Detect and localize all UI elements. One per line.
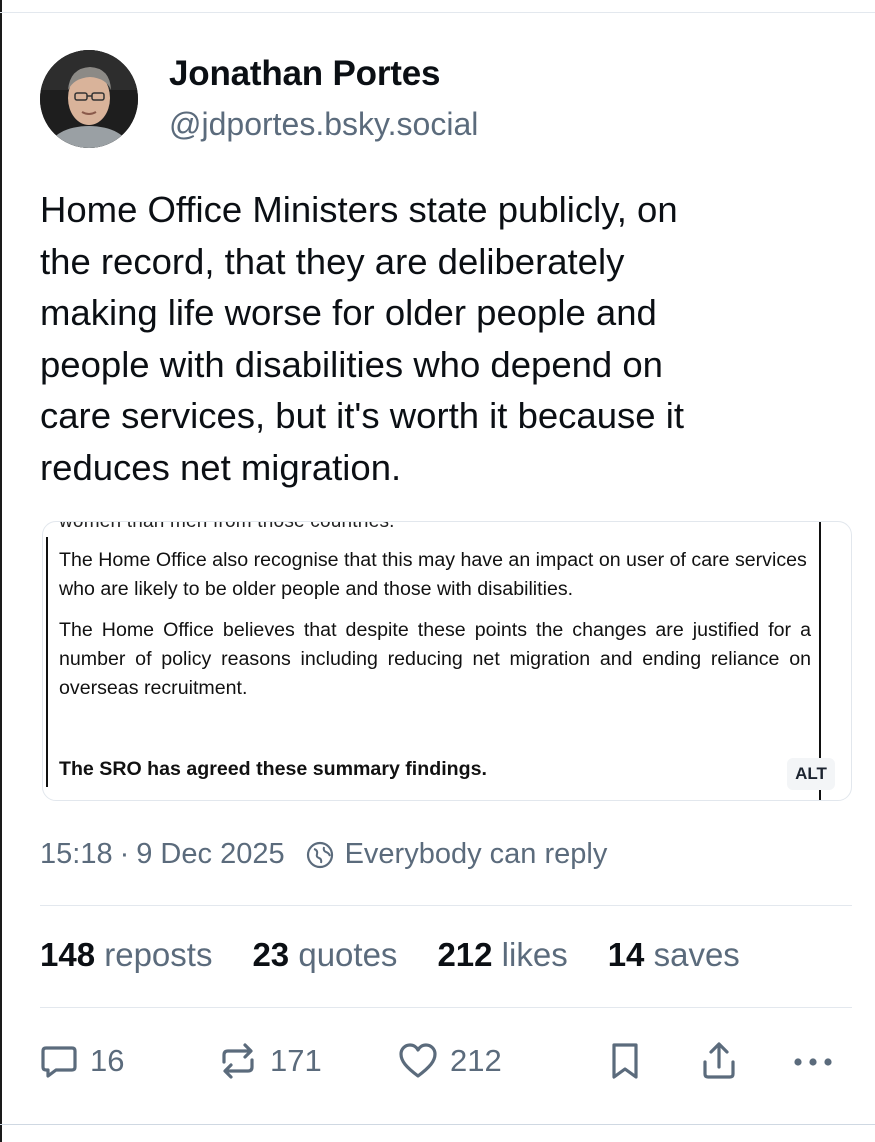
- like-button[interactable]: 212: [396, 1040, 502, 1082]
- share-icon: [698, 1040, 740, 1082]
- embed-paragraph-3: The SRO has agreed these summary finding…: [59, 758, 487, 780]
- bottom-divider: [0, 1124, 875, 1125]
- post-text: Home Office Ministers state publicly, on…: [40, 189, 684, 488]
- window-edge: [0, 0, 2, 1142]
- likes-label: likes: [501, 936, 568, 973]
- more-options-button[interactable]: [790, 1040, 836, 1082]
- saves-label: saves: [653, 936, 740, 973]
- post-meta: 15:18 · 9 Dec 2025 Everybody can reply: [40, 838, 607, 871]
- quotes-stat[interactable]: 23 quotes: [252, 936, 397, 974]
- divider: [40, 1007, 852, 1008]
- bookmark-button[interactable]: [606, 1040, 644, 1082]
- embedded-image[interactable]: women than men from those countries. The…: [42, 521, 852, 801]
- share-button[interactable]: [698, 1040, 740, 1082]
- ellipsis-icon: [790, 1040, 836, 1082]
- author-handle[interactable]: @jdportes.bsky.social: [169, 102, 478, 146]
- top-divider: [0, 12, 875, 13]
- quotes-count: 23: [252, 936, 290, 973]
- reposts-stat[interactable]: 148 reposts: [40, 936, 212, 974]
- divider: [40, 905, 852, 906]
- embed-cut-text: women than men from those countries.: [59, 521, 395, 532]
- avatar[interactable]: [40, 50, 138, 148]
- reply-button[interactable]: 16: [38, 1040, 124, 1082]
- repost-count: 171: [270, 1043, 322, 1078]
- reply-setting[interactable]: Everybody can reply: [345, 838, 608, 871]
- repost-button[interactable]: 171: [216, 1040, 322, 1082]
- repost-icon: [216, 1040, 260, 1082]
- heart-icon: [396, 1040, 440, 1082]
- document-border-left: [46, 537, 48, 787]
- post-time: 15:18: [40, 838, 113, 870]
- globe-icon: [305, 840, 335, 870]
- like-count: 212: [450, 1043, 502, 1078]
- embed-paragraph-2: The Home Office believes that despite th…: [59, 619, 811, 699]
- reply-icon: [38, 1040, 80, 1082]
- quotes-label: quotes: [298, 936, 398, 973]
- post-date: 9 Dec 2025: [136, 838, 285, 870]
- reposts-label: reposts: [104, 936, 213, 973]
- post-header: Jonathan Portes @jdportes.bsky.social: [40, 50, 478, 148]
- profile-photo-icon: [40, 50, 138, 148]
- reply-count: 16: [90, 1043, 125, 1078]
- bookmark-icon: [606, 1040, 644, 1082]
- saves-count: 14: [607, 936, 645, 973]
- action-bar: 16 171 212: [38, 1040, 850, 1090]
- embed-paragraph-1: The Home Office also recognise that this…: [59, 549, 807, 600]
- alt-text-badge[interactable]: ALT: [787, 758, 835, 790]
- likes-count: 212: [437, 936, 493, 973]
- engagement-stats: 148 reposts 23 quotes 212 likes 14 saves: [40, 936, 780, 974]
- author-name[interactable]: Jonathan Portes: [169, 52, 478, 96]
- author-info: Jonathan Portes @jdportes.bsky.social: [169, 52, 478, 146]
- saves-stat[interactable]: 14 saves: [608, 936, 740, 974]
- reposts-count: 148: [40, 936, 96, 973]
- likes-stat[interactable]: 212 likes: [437, 936, 567, 974]
- meta-separator: ·: [119, 838, 130, 870]
